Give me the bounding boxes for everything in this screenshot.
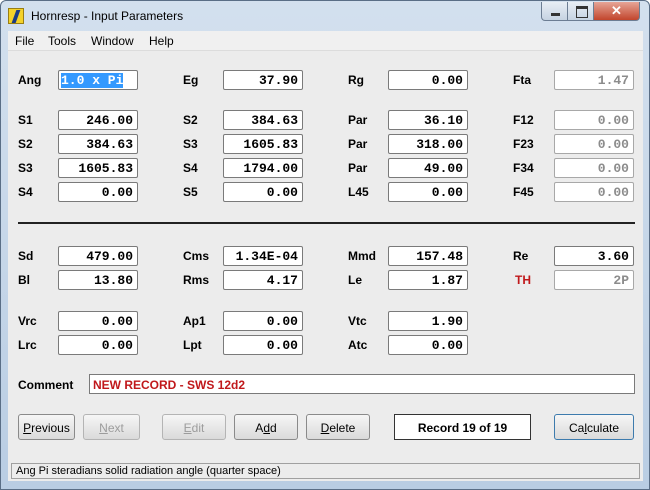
s5-label: S5 bbox=[183, 185, 198, 199]
s1-label: S1 bbox=[18, 113, 33, 127]
lpt-label: Lpt bbox=[183, 338, 202, 352]
rms-field[interactable]: 4.17 bbox=[223, 270, 303, 290]
rg-label: Rg bbox=[348, 73, 364, 87]
cms-label: Cms bbox=[183, 249, 210, 263]
mmd-field[interactable]: 157.48 bbox=[388, 246, 468, 266]
hornresp-logo-icon bbox=[8, 8, 24, 24]
le-label: Le bbox=[348, 273, 363, 287]
ang-field[interactable]: 1.0 x Pi bbox=[58, 70, 138, 90]
le-field[interactable]: 1.87 bbox=[388, 270, 468, 290]
app-window: Hornresp - Input Parameters File Tools W… bbox=[0, 0, 650, 490]
sd-label: Sd bbox=[18, 249, 34, 263]
f34-field: 0.00 bbox=[554, 158, 634, 178]
s3b-label: S3 bbox=[18, 161, 33, 175]
cms-field[interactable]: 1.34E-04 bbox=[223, 246, 303, 266]
par2-field[interactable]: 318.00 bbox=[388, 134, 468, 154]
s4-field[interactable]: 1794.00 bbox=[223, 158, 303, 178]
next-button[interactable]: Next bbox=[83, 414, 140, 440]
edit-button[interactable]: Edit bbox=[162, 414, 226, 440]
f45-field: 0.00 bbox=[554, 182, 634, 202]
par3-field[interactable]: 49.00 bbox=[388, 158, 468, 178]
re-field[interactable]: 3.60 bbox=[554, 246, 634, 266]
s2b-label: S2 bbox=[18, 137, 33, 151]
minimize-button[interactable] bbox=[541, 2, 568, 21]
section-divider bbox=[18, 222, 635, 224]
s4-label: S4 bbox=[183, 161, 198, 175]
menu-window[interactable]: Window bbox=[91, 34, 134, 48]
s5-field[interactable]: 0.00 bbox=[223, 182, 303, 202]
s3b-field[interactable]: 1605.83 bbox=[58, 158, 138, 178]
f45-label: F45 bbox=[513, 185, 534, 199]
menu-help[interactable]: Help bbox=[149, 34, 174, 48]
par3-label: Par bbox=[348, 161, 368, 175]
eg-label: Eg bbox=[183, 73, 199, 87]
s3-label: S3 bbox=[183, 137, 198, 151]
status-bar: Ang Pi steradians solid radiation angle … bbox=[8, 461, 643, 481]
rg-field[interactable]: 0.00 bbox=[388, 70, 468, 90]
rms-label: Rms bbox=[183, 273, 210, 287]
f23-label: F23 bbox=[513, 137, 534, 151]
ap1-label: Ap1 bbox=[183, 314, 206, 328]
maximize-button[interactable] bbox=[567, 2, 594, 21]
lrc-label: Lrc bbox=[18, 338, 37, 352]
atc-label: Atc bbox=[348, 338, 368, 352]
close-button[interactable] bbox=[593, 2, 640, 21]
vtc-field[interactable]: 1.90 bbox=[388, 311, 468, 331]
atc-field[interactable]: 0.00 bbox=[388, 335, 468, 355]
s3-field[interactable]: 1605.83 bbox=[223, 134, 303, 154]
ang-label: Ang bbox=[18, 73, 42, 87]
f23-field: 0.00 bbox=[554, 134, 634, 154]
s1-field[interactable]: 246.00 bbox=[58, 110, 138, 130]
record-indicator: Record 19 of 19 bbox=[394, 414, 531, 440]
th-field: 2P bbox=[554, 270, 634, 290]
menu-tools[interactable]: Tools bbox=[48, 34, 76, 48]
f34-label: F34 bbox=[513, 161, 534, 175]
lpt-field[interactable]: 0.00 bbox=[223, 335, 303, 355]
par1-field[interactable]: 36.10 bbox=[388, 110, 468, 130]
comment-label: Comment bbox=[18, 378, 74, 392]
re-label: Re bbox=[513, 249, 529, 263]
bl-label: Bl bbox=[18, 273, 30, 287]
fta-field: 1.47 bbox=[554, 70, 634, 90]
ap1-field[interactable]: 0.00 bbox=[223, 311, 303, 331]
s4b-field[interactable]: 0.00 bbox=[58, 182, 138, 202]
s2b-field[interactable]: 384.63 bbox=[58, 134, 138, 154]
vtc-label: Vtc bbox=[348, 314, 367, 328]
previous-button[interactable]: Previous bbox=[18, 414, 75, 440]
eg-field[interactable]: 37.90 bbox=[223, 70, 303, 90]
l45-label: L45 bbox=[348, 185, 369, 199]
calculate-button[interactable]: Calculate bbox=[554, 414, 634, 440]
lrc-field[interactable]: 0.00 bbox=[58, 335, 138, 355]
status-text: Ang Pi steradians solid radiation angle … bbox=[11, 463, 640, 479]
s4b-label: S4 bbox=[18, 185, 33, 199]
f12-label: F12 bbox=[513, 113, 534, 127]
add-button[interactable]: Add bbox=[234, 414, 298, 440]
comment-field[interactable]: NEW RECORD - SWS 12d2 bbox=[89, 374, 635, 394]
par1-label: Par bbox=[348, 113, 368, 127]
vrc-field[interactable]: 0.00 bbox=[58, 311, 138, 331]
s2-label: S2 bbox=[183, 113, 198, 127]
menu-bar: File Tools Window Help bbox=[8, 31, 643, 51]
vrc-label: Vrc bbox=[18, 314, 37, 328]
bl-field[interactable]: 13.80 bbox=[58, 270, 138, 290]
s2-field[interactable]: 384.63 bbox=[223, 110, 303, 130]
input-parameters-panel: Ang 1.0 x Pi Eg 37.90 Rg 0.00 Fta 1.47 S… bbox=[8, 51, 643, 461]
mmd-label: Mmd bbox=[348, 249, 376, 263]
delete-button[interactable]: Delete bbox=[306, 414, 370, 440]
l45-field[interactable]: 0.00 bbox=[388, 182, 468, 202]
window-title: Hornresp - Input Parameters bbox=[31, 9, 184, 23]
par2-label: Par bbox=[348, 137, 368, 151]
sd-field[interactable]: 479.00 bbox=[58, 246, 138, 266]
f12-field: 0.00 bbox=[554, 110, 634, 130]
th-label[interactable]: TH bbox=[515, 273, 531, 287]
menu-file[interactable]: File bbox=[15, 34, 34, 48]
title-bar[interactable]: Hornresp - Input Parameters bbox=[1, 1, 649, 31]
fta-label: Fta bbox=[513, 73, 531, 87]
